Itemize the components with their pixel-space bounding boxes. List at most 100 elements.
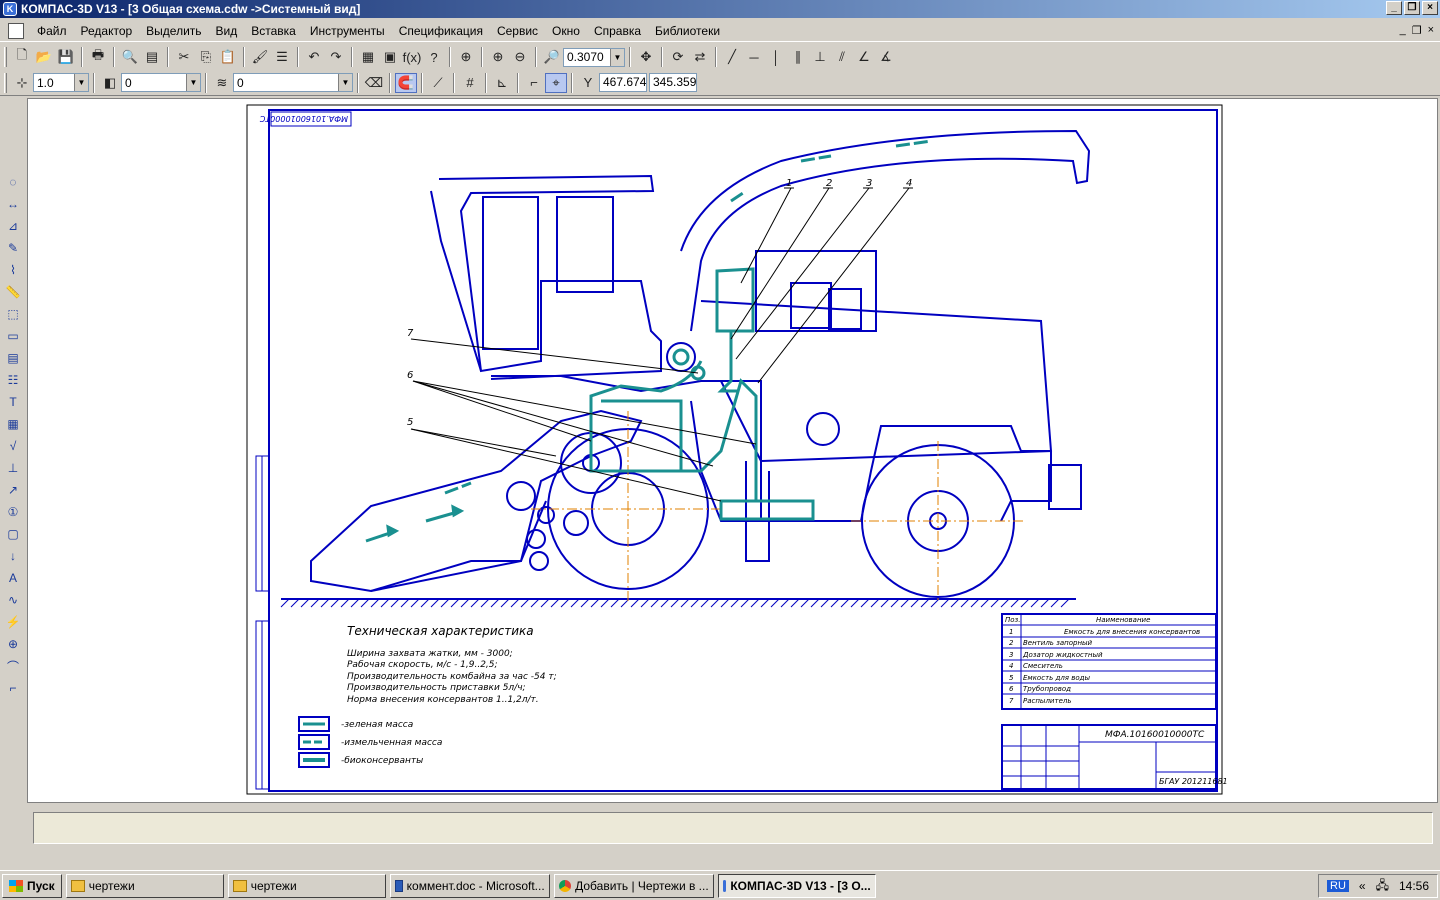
mdi-minimize-button[interactable]: _ <box>1400 24 1406 37</box>
tangent-icon[interactable]: ⫽ <box>831 47 853 67</box>
menu-help[interactable]: Справка <box>587 24 648 38</box>
orthogonal-icon[interactable]: ⌐ <box>523 73 545 93</box>
save-icon[interactable]: 💾 <box>55 47 77 67</box>
drawing-canvas[interactable]: МФА.10160010000ТС 1 2 3 4 5 6 7 Техничес… <box>27 98 1438 803</box>
taskbar-item[interactable]: коммент.doc - Microsoft... <box>389 873 550 898</box>
print-icon[interactable]: 🖶 <box>87 47 109 67</box>
properties-icon[interactable]: ☰ <box>271 47 293 67</box>
pan-icon[interactable]: ✥ <box>635 47 657 67</box>
position-icon[interactable]: ① <box>2 502 24 522</box>
close-button[interactable]: × <box>1422 1 1438 15</box>
menu-file[interactable]: Файл <box>30 24 74 38</box>
angle-icon[interactable]: ∡ <box>875 47 897 67</box>
tolerance-icon[interactable]: ▢ <box>2 524 24 544</box>
vertical-line-icon[interactable]: │ <box>765 47 787 67</box>
leader-icon[interactable]: ↗ <box>2 480 24 500</box>
geometry-icon[interactable]: ◌ <box>2 172 24 192</box>
menu-libraries[interactable]: Библиотеки <box>648 24 727 38</box>
coord-x-field[interactable]: 467.674 <box>599 73 647 92</box>
snap-magnet-icon[interactable]: 🧲 <box>395 72 417 93</box>
chevron-down-icon[interactable]: ▼ <box>338 74 352 91</box>
bisector-icon[interactable]: ∠ <box>853 47 875 67</box>
zoom-out-icon[interactable]: ⊖ <box>509 47 531 67</box>
round-icon[interactable]: ⌖ <box>545 72 567 93</box>
zoom-scale-icon[interactable]: 🔎 <box>541 47 563 67</box>
clear-icon[interactable]: ⌫ <box>363 73 385 93</box>
format-brush-icon[interactable]: 🖌 <box>249 47 271 67</box>
undo-icon[interactable]: ↶ <box>303 47 325 67</box>
coord-y-field[interactable]: 345.359 <box>649 73 697 92</box>
menu-view[interactable]: Вид <box>209 24 245 38</box>
edit-icon[interactable]: ✎ <box>2 238 24 258</box>
menu-specification[interactable]: Спецификация <box>392 24 490 38</box>
network-icon[interactable]: 🖧 <box>1376 876 1389 897</box>
mdi-close-button[interactable]: × <box>1428 24 1434 37</box>
zoom-combo[interactable]: 0.3070 ▼ <box>563 47 625 67</box>
mdi-restore-button[interactable]: ❐ <box>1412 24 1422 37</box>
associative-view-icon[interactable]: ▭ <box>2 326 24 346</box>
measure-icon[interactable]: 📏 <box>2 282 24 302</box>
chevron-down-icon[interactable]: ▼ <box>74 74 88 91</box>
start-button[interactable]: Пуск <box>2 873 62 898</box>
new-document-icon[interactable]: 🗋 <box>11 47 33 67</box>
rebuild-icon[interactable]: ⇄ <box>689 47 711 67</box>
chevron-down-icon[interactable]: ▼ <box>186 74 200 91</box>
minimize-button[interactable]: _ <box>1386 1 1402 15</box>
chevron-down-icon[interactable]: ▼ <box>610 48 624 66</box>
section-icon[interactable]: A <box>2 568 24 588</box>
layer-icon[interactable]: ◧ <box>99 73 121 93</box>
arrow-view-icon[interactable]: ↓ <box>2 546 24 566</box>
copy-icon[interactable]: ⎘ <box>195 47 217 67</box>
refresh-icon[interactable]: ⟳ <box>667 47 689 67</box>
wave-icon[interactable]: ∿ <box>2 590 24 610</box>
language-indicator[interactable]: RU <box>1327 880 1349 892</box>
select-icon[interactable]: ⬚ <box>2 304 24 324</box>
zoom-in-icon[interactable]: ⊕ <box>487 47 509 67</box>
help-pointer-icon[interactable]: ? <box>423 47 445 67</box>
paste-icon[interactable]: 📋 <box>217 47 239 67</box>
spec-icon[interactable]: ▤ <box>2 348 24 368</box>
preview-icon[interactable]: 🔍 <box>119 47 141 67</box>
variables-icon[interactable]: f(x) <box>401 47 423 67</box>
cut-icon[interactable]: ✂ <box>173 47 195 67</box>
redo-icon[interactable]: ↷ <box>325 47 347 67</box>
lightning-icon[interactable]: ⚡ <box>2 612 24 632</box>
symbols-icon[interactable]: ⊿ <box>2 216 24 236</box>
report-icon[interactable]: ☷ <box>2 370 24 390</box>
grid-icon[interactable]: # <box>459 73 481 93</box>
restore-button[interactable]: ❐ <box>1404 1 1420 15</box>
menu-tools[interactable]: Инструменты <box>303 24 392 38</box>
roughness-icon[interactable]: √ <box>2 436 24 456</box>
manager-icon[interactable]: ▤ <box>141 47 163 67</box>
tray-expand-icon[interactable]: « <box>1359 879 1366 893</box>
ortho-icon[interactable]: ⟋ <box>427 73 449 93</box>
menu-edit[interactable]: Редактор <box>74 24 140 38</box>
parametrization-icon[interactable]: ⌇ <box>2 260 24 280</box>
menu-select[interactable]: Выделить <box>139 24 208 38</box>
parallel-line-icon[interactable]: ∥ <box>787 47 809 67</box>
taskbar-item-active[interactable]: КОМПАС-3D V13 - [3 О... <box>717 873 876 898</box>
zoom-window-icon[interactable]: ⊕ <box>455 47 477 67</box>
base-icon[interactable]: ⊥ <box>2 458 24 478</box>
open-icon[interactable]: 📂 <box>33 47 55 67</box>
layer-combo[interactable]: 0 ▼ <box>121 73 201 92</box>
document-icon[interactable] <box>8 22 24 39</box>
target-icon[interactable]: ⊕ <box>2 634 24 654</box>
perpendicular-icon[interactable]: ⊥ <box>809 47 831 67</box>
menu-service[interactable]: Сервис <box>490 24 545 38</box>
scale-combo[interactable]: 1.0 ▼ <box>33 73 89 92</box>
style-icon[interactable]: ≋ <box>211 73 233 93</box>
curve-icon[interactable]: ⌒ <box>2 656 24 676</box>
taskbar-item[interactable]: чертежи <box>65 873 224 898</box>
line-tool-icon[interactable]: ╱ <box>721 47 743 67</box>
grid-step-icon[interactable]: ⊹ <box>11 73 33 93</box>
style-combo[interactable]: 0 ▼ <box>233 73 353 92</box>
library-icon[interactable]: ▣ <box>379 47 401 67</box>
horizontal-line-icon[interactable]: ─ <box>743 47 765 67</box>
taskbar-item[interactable]: чертежи <box>227 873 386 898</box>
menu-insert[interactable]: Вставка <box>244 24 303 38</box>
corner-icon[interactable]: ⌐ <box>2 678 24 698</box>
local-cs-icon[interactable]: ⊾ <box>491 73 513 93</box>
menu-window[interactable]: Окно <box>545 24 587 38</box>
kompas-app-icon[interactable]: K <box>3 2 17 16</box>
